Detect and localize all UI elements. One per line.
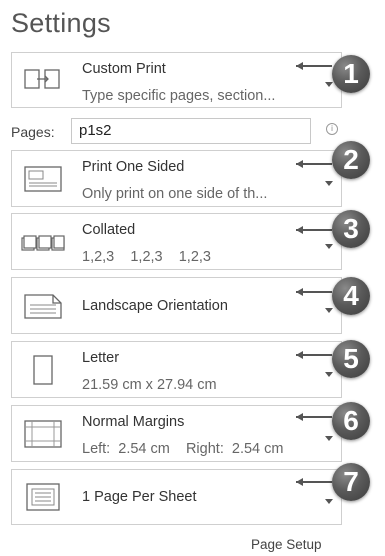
custom-print-title: Custom Print [82, 61, 166, 77]
margins-icon [20, 416, 66, 452]
paper-size-title: Letter [82, 350, 120, 366]
pages-label: Pages: [11, 124, 55, 140]
callout-badge-6: 6 [332, 402, 370, 440]
callout-arrow-icon [296, 62, 332, 70]
callout-arrow-icon [296, 351, 332, 359]
info-icon[interactable]: i [326, 123, 338, 135]
print-sides-subtitle: Only print on one side of th... [82, 186, 268, 202]
page-setup-link[interactable]: Page Setup [251, 537, 322, 552]
chevron-down-icon [325, 180, 333, 186]
custom-print-dropdown[interactable]: Custom Print Type specific pages, sectio… [11, 52, 342, 108]
margins-title: Normal Margins [82, 414, 185, 430]
paper-size-subtitle: 21.59 cm x 27.94 cm [82, 377, 217, 393]
callout-arrow-icon [296, 226, 332, 234]
chevron-down-icon [325, 243, 333, 249]
callout-arrow-icon [296, 160, 332, 168]
landscape-icon [20, 288, 66, 324]
callout-badge-1: 1 [332, 55, 370, 93]
print-sides-title: Print One Sided [82, 159, 185, 175]
callout-arrow-icon [296, 288, 332, 296]
callout-arrow-icon [296, 413, 332, 421]
callout-badge-3: 3 [332, 210, 370, 248]
chevron-down-icon [325, 307, 333, 313]
chevron-down-icon [325, 82, 333, 87]
custom-print-icon [20, 62, 66, 98]
paper-size-dropdown[interactable]: Letter 21.59 cm x 27.94 cm [11, 341, 342, 398]
collation-subtitle: 1,2,3 1,2,3 1,2,3 [82, 249, 211, 265]
settings-title: Settings [11, 8, 111, 38]
pages-per-sheet-title: 1 Page Per Sheet [82, 489, 197, 505]
callout-badge-2: 2 [332, 141, 370, 179]
orientation-title: Landscape Orientation [82, 297, 228, 314]
chevron-down-icon [325, 435, 333, 441]
pages-input[interactable]: p1s2 [71, 118, 311, 144]
callout-badge-4: 4 [332, 277, 370, 315]
chevron-down-icon [325, 371, 333, 377]
custom-print-subtitle: Type specific pages, section... [82, 88, 276, 104]
margins-subtitle: Left: 2.54 cm Right: 2.54 cm [82, 441, 284, 457]
chevron-down-icon [325, 499, 333, 504]
page-per-sheet-icon [20, 479, 66, 515]
margins-dropdown[interactable]: Normal Margins Left: 2.54 cm Right: 2.54… [11, 405, 342, 462]
one-sided-icon [20, 161, 66, 197]
callout-arrow-icon [296, 478, 332, 486]
print-sides-dropdown[interactable]: Print One Sided Only print on one side o… [11, 150, 342, 207]
orientation-dropdown[interactable]: Landscape Orientation [11, 277, 342, 334]
letter-page-icon [20, 352, 66, 388]
callout-badge-5: 5 [332, 340, 370, 378]
pages-per-sheet-dropdown[interactable]: 1 Page Per Sheet [11, 469, 342, 525]
collated-icon [20, 224, 66, 260]
collation-title: Collated [82, 222, 136, 238]
callout-badge-7: 7 [332, 463, 370, 501]
collation-dropdown[interactable]: Collated 1,2,3 1,2,3 1,2,3 [11, 213, 342, 270]
